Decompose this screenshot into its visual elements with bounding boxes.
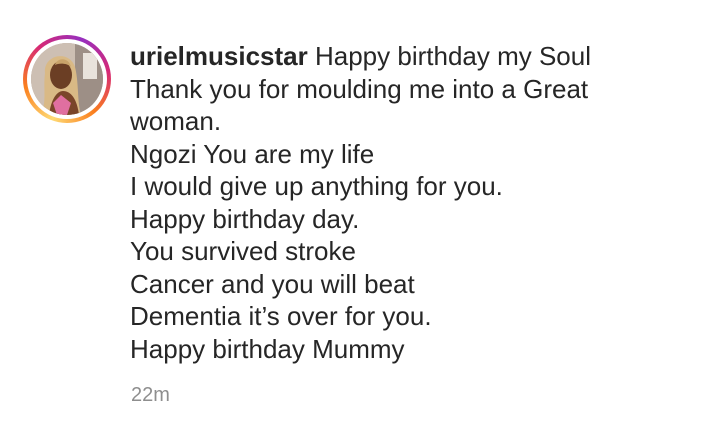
comment-text: urielmusicstar Happy birthday my Soul Th… (130, 40, 700, 365)
avatar-gap (27, 39, 107, 119)
caption-line: Happy birthday Mummy (130, 333, 405, 364)
avatar[interactable] (31, 43, 103, 115)
timestamp[interactable]: 22m (131, 384, 170, 407)
caption-line: Dementia it’s over for you. (130, 301, 432, 331)
comment-block: urielmusicstar Happy birthday my Soul Th… (0, 0, 720, 426)
caption-line: You survived stroke (130, 236, 356, 266)
caption-line: Cancer and you will beat (130, 268, 415, 299)
profile-photo-icon (31, 43, 103, 115)
story-ring[interactable] (23, 35, 111, 123)
caption-line: Ngozi You are my life (130, 138, 375, 169)
caption-first-line: urielmusicstar Happy birthday my Soul (130, 40, 700, 73)
username-link[interactable]: urielmusicstar (130, 41, 308, 71)
caption-line: I would give up anything for you. (130, 171, 503, 201)
caption-line: Thank you for moulding me into a Great (130, 73, 589, 104)
caption-line: Happy birthday my Soul (314, 41, 592, 71)
caption-line: woman. (130, 106, 222, 136)
caption-line: Happy birthday day. (130, 203, 360, 234)
